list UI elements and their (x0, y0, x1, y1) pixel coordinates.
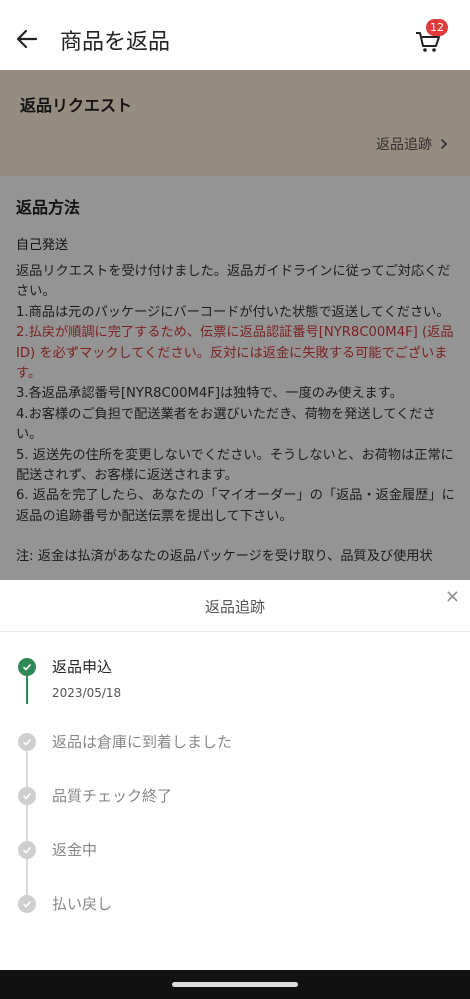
check-circle-icon (18, 658, 36, 676)
close-icon[interactable]: × (445, 586, 460, 607)
page-title: 商品を返品 (60, 30, 171, 55)
check-circle-icon (18, 841, 36, 859)
step-label: 返金中 (52, 841, 98, 859)
modal-scrim[interactable] (0, 70, 470, 580)
divider (0, 631, 470, 632)
step-label: 返品は倉庫に到着しました (52, 733, 233, 751)
step-label: 払い戻し (52, 895, 113, 913)
timeline-step: 返金中 (0, 841, 470, 871)
sheet-title: 返品追跡 (204, 598, 265, 616)
step-label: 品質チェック終了 (52, 787, 173, 805)
step-label: 返品申込 (52, 658, 113, 676)
timeline-step: 返品は倉庫に到着しました (0, 733, 470, 763)
step-date: 2023/05/18 (52, 686, 122, 700)
check-circle-icon (18, 733, 36, 751)
timeline-step: 品質チェック終了 (0, 787, 470, 817)
back-arrow-icon[interactable] (14, 26, 40, 52)
timeline-step: 払い戻し (0, 895, 470, 925)
system-navigation-bar (0, 970, 470, 999)
check-circle-icon (18, 895, 36, 913)
return-tracking-sheet: 返品追跡 × 返品申込 2023/05/18 返品は倉庫に到着しました 品質チェ… (0, 580, 470, 970)
home-indicator[interactable] (172, 982, 298, 987)
cart-count-badge: 12 (426, 19, 448, 36)
top-app-bar: 商品を返品 12 (0, 0, 470, 70)
check-circle-icon (18, 787, 36, 805)
timeline-step: 返品申込 2023/05/18 (0, 658, 470, 700)
